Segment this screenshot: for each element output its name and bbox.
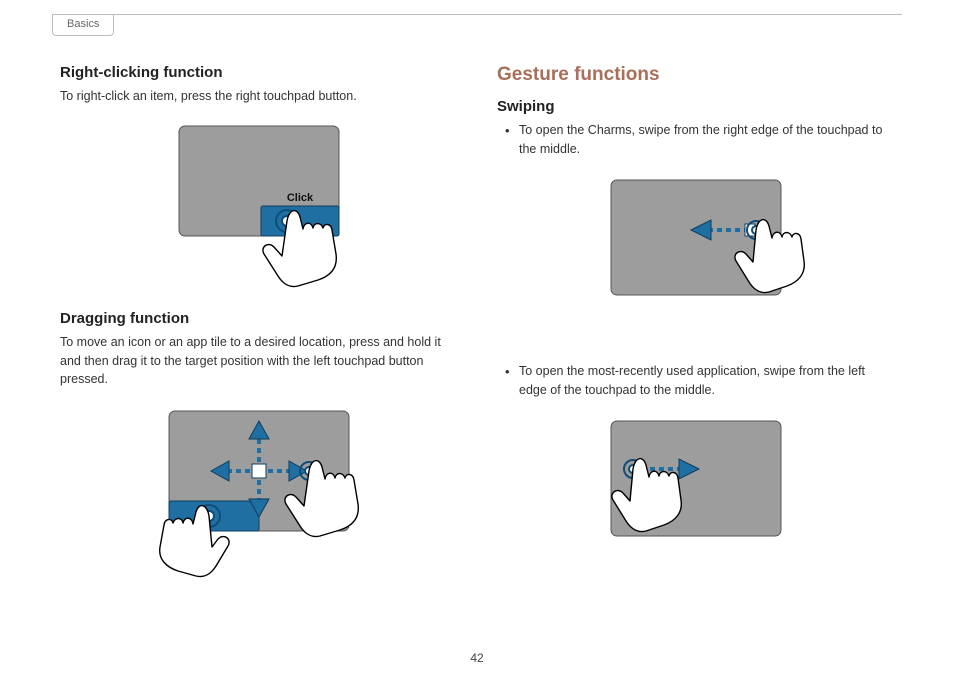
swiping-bullets-2: To open the most-recently used applicati… <box>497 362 894 401</box>
breadcrumb-label: Basics <box>67 18 99 30</box>
right-click-body: To right-click an item, press the right … <box>60 87 457 106</box>
swiping-bullet-2: To open the most-recently used applicati… <box>497 362 894 401</box>
content-columns: Right-clicking function To right-click a… <box>60 18 894 603</box>
page-number: 42 <box>0 651 954 665</box>
right-column: Gesture functions Swiping To open the Ch… <box>497 64 894 603</box>
dragging-body: To move an icon or an app tile to a desi… <box>60 333 457 389</box>
dragging-heading: Dragging function <box>60 310 457 327</box>
header-divider <box>52 14 902 15</box>
touchpad-swipe-from-right-icon <box>581 170 811 340</box>
figure-swipe-right <box>497 170 894 340</box>
breadcrumb: Basics <box>52 14 114 36</box>
swiping-heading: Swiping <box>497 98 894 115</box>
right-click-heading: Right-clicking function <box>60 64 457 81</box>
figure-swipe-left <box>497 411 894 576</box>
click-label-text: Click <box>286 192 313 204</box>
swiping-bullets: To open the Charms, swipe from the right… <box>497 121 894 160</box>
document-page: Basics Right-clicking function To right-… <box>0 0 954 675</box>
figure-right-click: Click <box>60 118 457 288</box>
touchpad-right-click-icon: Click <box>149 118 369 288</box>
touchpad-swipe-from-left-icon <box>591 411 801 576</box>
left-column: Right-clicking function To right-click a… <box>60 64 457 603</box>
figure-dragging <box>60 401 457 581</box>
swiping-bullet-1: To open the Charms, swipe from the right… <box>497 121 894 160</box>
touchpad-dragging-icon <box>109 401 409 581</box>
gesture-section-heading: Gesture functions <box>497 64 894 86</box>
